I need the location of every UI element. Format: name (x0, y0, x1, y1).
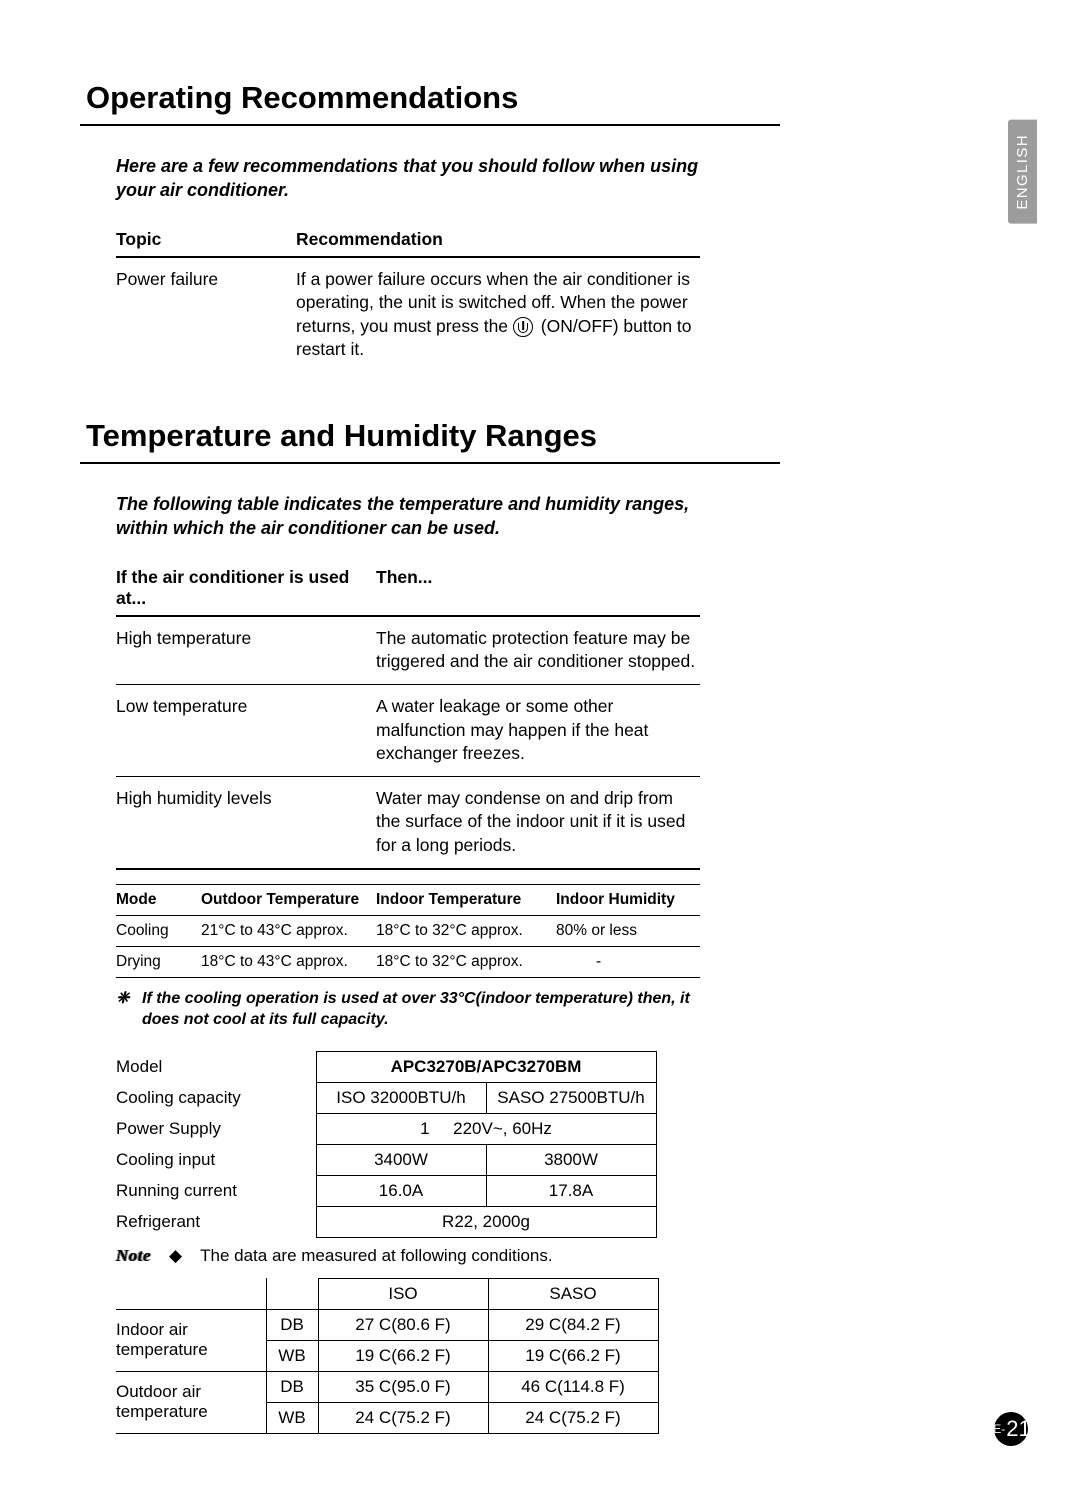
outdoor-wb-iso: 24 C(75.2 F) (318, 1402, 488, 1433)
indoor-db-saso: 29 C(84.2 F) (488, 1309, 658, 1340)
note-text: The data are measured at following condi… (200, 1246, 552, 1266)
table-header: Topic Recommendation (116, 229, 700, 258)
table-row: High humidity levels Water may condense … (116, 777, 700, 870)
mode-cell: Drying (116, 953, 201, 971)
section1-intro: Here are a few recommendations that you … (116, 154, 700, 203)
manual-page: ENGLISH Operating Recommendations Here a… (0, 0, 1080, 1510)
header-outdoor-temp: Outdoor Temperature (201, 891, 376, 909)
header-indoor-humidity: Indoor Humidity (556, 891, 700, 909)
header-mode: Mode (116, 891, 201, 909)
spec-model: APC3270B/APC3270BM (316, 1051, 656, 1082)
page-number-value: 21 (1006, 1416, 1030, 1442)
indoor-cell: 18°C to 32°C approx. (376, 922, 556, 940)
note-line: Note ◆ The data are measured at followin… (116, 1246, 700, 1266)
spec-value: 17.8A (486, 1175, 656, 1206)
table-row: High temperature The automatic protectio… (116, 617, 700, 685)
spec-label: Cooling capacity (116, 1082, 316, 1113)
cond-cell: High humidity levels (116, 787, 376, 858)
spec-value: R22, 2000g (316, 1206, 656, 1237)
header-recommendation: Recommendation (296, 229, 700, 250)
spec-label: Refrigerant (116, 1206, 316, 1237)
page-prefix: E- (993, 1422, 1005, 1436)
note-word: Note (116, 1246, 151, 1266)
table-row: Low temperature A water leakage or some … (116, 685, 700, 777)
header-saso: SASO (488, 1278, 658, 1309)
then-cell: The automatic protection feature may be … (376, 627, 700, 674)
page-number: E-21 (994, 1412, 1028, 1446)
conditions-table: ISO SASO Indoor air temperature DB 27 C(… (116, 1278, 659, 1434)
spec-label: Cooling input (116, 1144, 316, 1175)
outdoor-cell: 18°C to 43°C approx. (201, 953, 376, 971)
indoor-label: Indoor air temperature (116, 1309, 266, 1371)
section2-content: The following table indicates the temper… (80, 492, 700, 1434)
mode-row: Drying 18°C to 43°C approx. 18°C to 32°C… (116, 947, 700, 978)
header-condition: If the air conditioner is used at... (116, 567, 376, 609)
bullet-icon: ◆ (169, 1246, 182, 1266)
section2-intro: The following table indicates the temper… (116, 492, 700, 541)
outdoor-label: Outdoor air temperature (116, 1371, 266, 1433)
indoor-wb-iso: 19 C(66.2 F) (318, 1340, 488, 1371)
then-cell: A water leakage or some other malfunctio… (376, 695, 700, 766)
header-iso: ISO (318, 1278, 488, 1309)
indoor-db-iso: 27 C(80.6 F) (318, 1309, 488, 1340)
outdoor-db-saso: 46 C(114.8 F) (488, 1371, 658, 1402)
onoff-icon (513, 317, 533, 337)
table-header: If the air conditioner is used at... The… (116, 567, 700, 617)
footnote-text: If the cooling operation is used at over… (142, 988, 700, 1031)
header-indoor-temp: Indoor Temperature (376, 891, 556, 909)
outdoor-db-label: DB (266, 1371, 318, 1402)
outdoor-wb-label: WB (266, 1402, 318, 1433)
indoor-cell: 18°C to 32°C approx. (376, 953, 556, 971)
spec-value: 3400W (316, 1144, 486, 1175)
indoor-wb-label: WB (266, 1340, 318, 1371)
outdoor-cell: 21°C to 43°C approx. (201, 922, 376, 940)
spec-value: 1 220V~, 60Hz (316, 1113, 656, 1144)
indoor-db-label: DB (266, 1309, 318, 1340)
then-cell: Water may condense on and drip from the … (376, 787, 700, 858)
outdoor-wb-saso: 24 C(75.2 F) (488, 1402, 658, 1433)
title-rule (80, 462, 780, 464)
language-tab: ENGLISH (1008, 120, 1037, 224)
section1-title: Operating Recommendations (80, 80, 960, 124)
title-rule (80, 124, 780, 126)
header-topic: Topic (116, 229, 296, 250)
spec-value: 3800W (486, 1144, 656, 1175)
section2-title: Temperature and Humidity Ranges (80, 418, 960, 462)
mode-table: Mode Outdoor Temperature Indoor Temperat… (116, 884, 700, 978)
footnote: ❈ If the cooling operation is used at ov… (116, 988, 700, 1031)
section1-content: Here are a few recommendations that you … (80, 154, 700, 372)
footnote-mark: ❈ (116, 988, 142, 1031)
spec-label: Model (116, 1051, 316, 1082)
humidity-cell: - (556, 953, 700, 971)
table-row: Power failure If a power failure occurs … (116, 258, 700, 373)
spec-label: Power Supply (116, 1113, 316, 1144)
humidity-cell: 80% or less (556, 922, 700, 940)
cond-cell: High temperature (116, 627, 376, 674)
rec-cell: If a power failure occurs when the air c… (296, 268, 700, 363)
indoor-wb-saso: 19 C(66.2 F) (488, 1340, 658, 1371)
spec-table: Model APC3270B/APC3270BM Cooling capacit… (116, 1051, 657, 1238)
spec-value: SASO 27500BTU/h (486, 1082, 656, 1113)
mode-row: Cooling 21°C to 43°C approx. 18°C to 32°… (116, 916, 700, 947)
cond-cell: Low temperature (116, 695, 376, 766)
mode-cell: Cooling (116, 922, 201, 940)
mode-table-header: Mode Outdoor Temperature Indoor Temperat… (116, 885, 700, 916)
topic-cell: Power failure (116, 268, 296, 363)
outdoor-db-iso: 35 C(95.0 F) (318, 1371, 488, 1402)
spec-value: 16.0A (316, 1175, 486, 1206)
spec-label: Running current (116, 1175, 316, 1206)
header-then: Then... (376, 567, 700, 609)
spec-value: ISO 32000BTU/h (316, 1082, 486, 1113)
